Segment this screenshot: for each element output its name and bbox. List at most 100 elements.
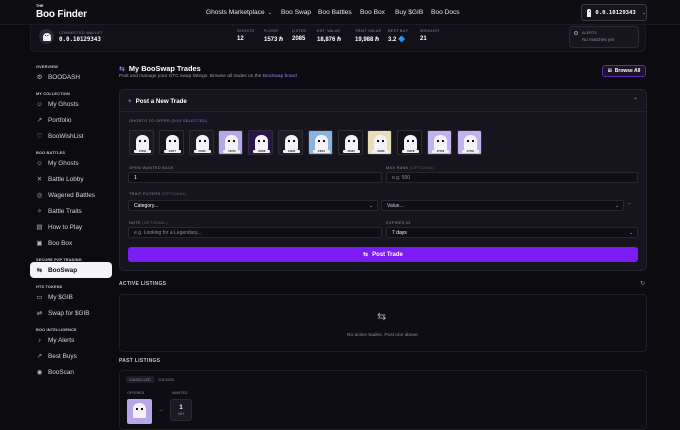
trend-icon: ↗ — [36, 353, 43, 360]
past-tab-cancelled[interactable]: CANCELLED — [126, 376, 154, 383]
nav-boo-box[interactable]: Boo Box — [360, 0, 385, 25]
ghost-option[interactable]: #4077 — [158, 130, 184, 155]
ghost-option[interactable]: #4073 — [218, 130, 244, 155]
offered-label: OFFERED — [127, 391, 145, 395]
offered-ghost — [127, 399, 152, 424]
arrow-right-icon: → — [158, 407, 164, 413]
refresh-icon[interactable]: ↻ — [640, 280, 645, 287]
bell-icon — [574, 31, 578, 35]
max-rank-input[interactable]: e.g. 500 — [386, 172, 638, 183]
ghost-option[interactable]: #4016 — [307, 130, 333, 155]
stat-listed: LISTED 2085 — [292, 29, 307, 42]
dashboard-icon: ⚙ — [36, 74, 43, 81]
ghost-tag: #7728 — [431, 149, 449, 153]
chart-icon: ↗ — [36, 117, 43, 124]
ghost-icon — [42, 32, 51, 41]
sidebar-item-how-to-play[interactable]: ▤ How to Play — [30, 219, 112, 235]
brand-name: Boo Finder — [36, 9, 87, 20]
sparkle-icon: ✧ — [36, 208, 43, 215]
nav-boo-docs[interactable]: Boo Docs — [431, 0, 460, 25]
nav-buy-gib[interactable]: Buy $GIB — [395, 0, 423, 25]
sidebar-item-boo-box[interactable]: ▣ Boo Box — [30, 235, 112, 251]
swap-icon: ⇆ — [363, 252, 369, 258]
avatar — [39, 29, 54, 44]
stats-bar: CONNECTED WALLET 0.0.10129343 GHOSTS 12 F… — [30, 25, 646, 52]
stat-ghosts: GHOSTS 12 — [237, 29, 255, 42]
sidebar-item-portfolio[interactable]: ↗ Portfolio — [30, 112, 112, 128]
ghost-option[interactable]: #4025 — [337, 130, 363, 155]
ghost-tag: #6038 — [253, 149, 271, 153]
chevron-down-icon: ⌄ — [629, 229, 633, 235]
wallet-button[interactable]: 0.0.10129343 ⌄ — [581, 4, 647, 21]
ghost-icon: ☺ — [36, 100, 43, 108]
expires-select[interactable]: 7 days ⌄ — [386, 227, 638, 238]
stat-best-buy: BEST BUY 3.2 🔷 — [388, 29, 409, 43]
open-wanted-input[interactable]: 1 — [128, 172, 382, 183]
trait-filters-label: TRAIT FILTERS (OPTIONAL) — [129, 191, 187, 196]
alerts-widget[interactable]: ALERTS No matches yet — [569, 26, 639, 48]
ghost-tag: #7153 — [461, 149, 479, 153]
sidebar-item-my-ghosts[interactable]: ☺ My Ghosts — [30, 96, 112, 112]
ghost-picker: #7052 #4077 #7952 #4073 #6038 #4029 #4016 #4025… — [129, 130, 482, 155]
swap-icon: ⇆ — [119, 65, 125, 73]
sidebar-item-wagered-battles[interactable]: ◎ Wagered Battles — [30, 187, 112, 203]
ghost-tag: #4016 — [312, 149, 330, 153]
sidebar-item-booscan[interactable]: ◉ BooScan — [30, 364, 112, 380]
sidebar-item-swap-gib[interactable]: ⇄ Swap for $GIB — [30, 305, 112, 321]
ghost-option[interactable]: #7952 — [188, 130, 214, 155]
nav-boo-battles[interactable]: Boo Battles — [318, 0, 352, 25]
ghost-tag: #7052 — [134, 149, 151, 153]
past-listings-heading: PAST LISTINGS — [119, 358, 161, 364]
ghost-option[interactable]: #7153 — [456, 130, 482, 155]
ghost-option[interactable]: #6038 — [248, 130, 274, 155]
value-select[interactable]: Value... ⌄ — [381, 200, 624, 211]
sidebar-item-booswap[interactable]: ⇆ BooSwap — [30, 262, 112, 278]
sidebar-item-battle-lobby[interactable]: ✕ Battle Lobby — [30, 171, 112, 187]
chevron-up-icon[interactable]: ⌃ — [633, 97, 638, 104]
sidebar: OVERVIEW ⚙ BOODASH MY COLLECTION ☺ My Ghos… — [30, 60, 112, 380]
brand-the: THE — [36, 4, 44, 8]
sidebar-item-best-buys[interactable]: ↗ Best Buys — [30, 348, 112, 364]
sidebar-item-boodash[interactable]: ⚙ BOODASH — [30, 69, 112, 85]
post-trade-button[interactable]: ⇆ Post Trade — [128, 247, 638, 262]
nav-boo-swap[interactable]: Boo Swap — [281, 0, 311, 25]
sidebar-item-wishlist[interactable]: ♡ BooWishList — [30, 128, 112, 144]
past-tab-date[interactable]: 1/11/2025 — [155, 376, 177, 383]
plus-icon: + — [128, 98, 132, 105]
nav-marketplace[interactable]: Ghosts Marketplace ⌄ — [206, 0, 272, 25]
note-input[interactable]: e.g. Looking for a Legendary... — [128, 227, 382, 238]
grid-icon: ⊞ — [607, 68, 612, 74]
sidebar-item-my-alerts[interactable]: ♪ My Alerts — [30, 332, 112, 348]
book-icon: ▤ — [36, 224, 43, 231]
stat-floor: FLOOR 1573 ℏ — [264, 29, 284, 43]
browse-all-button[interactable]: ⊞ Browse All — [602, 65, 646, 77]
ghost-tag: #4060 — [372, 149, 390, 153]
wanted-label: WANTED — [172, 391, 188, 395]
ghost-tag: #7952 — [193, 149, 211, 153]
ghost-icon — [587, 8, 592, 17]
ghost-tag: #4978 — [402, 149, 420, 153]
ghost-tag: #4025 — [342, 149, 360, 153]
open-wanted-label: OPEN WANTED BACK — [129, 165, 174, 170]
wallet-icon: ▭ — [36, 294, 43, 301]
chevron-down-icon: ⌄ — [369, 202, 373, 208]
stat-wishlist: WISHLIST 21 — [420, 29, 440, 42]
ghost-option[interactable]: #7052 — [129, 130, 154, 155]
card-title[interactable]: + Post a New Trade — [128, 98, 187, 105]
swap-icon: ⇆ — [377, 311, 387, 323]
sidebar-item-battle-ghosts[interactable]: ☺ My Ghosts — [30, 155, 112, 171]
ghost-tag: #4029 — [282, 149, 300, 153]
remove-filter-icon[interactable]: – — [628, 201, 631, 207]
past-listings: CANCELLED 1/11/2025 OFFERED WANTED → 1 AN… — [119, 370, 647, 430]
sidebar-item-battle-traits[interactable]: ✧ Battle Traits — [30, 203, 112, 219]
brand-logo[interactable]: THE Boo Finder — [36, 4, 88, 22]
scan-icon: ◉ — [36, 369, 43, 376]
ghost-option[interactable]: #4029 — [277, 130, 303, 155]
expires-label: EXPIRES IN — [386, 220, 411, 225]
category-select[interactable]: Category... ⌄ — [128, 200, 378, 211]
ghost-option[interactable]: #4060 — [367, 130, 393, 155]
booswap-board-link[interactable]: BooSwap board — [263, 74, 297, 79]
sidebar-item-my-gib[interactable]: ▭ My $GIB — [30, 289, 112, 305]
ghost-option[interactable]: #7728 — [426, 130, 452, 155]
ghost-option[interactable]: #4978 — [397, 130, 423, 155]
